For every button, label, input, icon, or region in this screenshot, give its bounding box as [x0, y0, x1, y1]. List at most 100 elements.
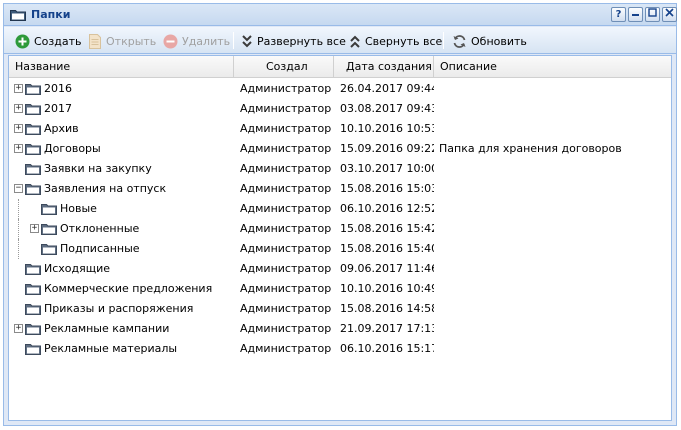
cell-date: 26.04.2017 09:44: [340, 82, 434, 95]
cell-date: 10.10.2016 10:53: [340, 122, 434, 135]
cell-description: [439, 79, 669, 99]
cell-description: [439, 239, 669, 259]
window-title: Папки: [31, 8, 71, 21]
close-button[interactable]: [662, 7, 677, 22]
cell-name: Рекламные кампании: [44, 322, 170, 335]
toolbar: Создать Открыть Удалить Развернуть все С…: [4, 27, 676, 54]
folder-icon: [25, 304, 41, 315]
expand-toggle[interactable]: +: [14, 144, 23, 153]
table-row[interactable]: Рекламные материалы Администратор 06.10.20…: [9, 339, 671, 359]
table-row[interactable]: + Рекламные кампании Администратор 21.09.20…: [9, 319, 671, 339]
cell-author: Администратор: [240, 282, 332, 295]
create-label: Создать: [34, 34, 82, 48]
cell-name: 2017: [44, 102, 72, 115]
cell-date: 15.08.2016 14:58: [340, 302, 434, 315]
collapse-all-button[interactable]: Свернуть все: [349, 32, 442, 50]
cell-author: Администратор: [240, 102, 332, 115]
cell-name: Заявления на отпуск: [44, 182, 167, 195]
table-row[interactable]: Подписанные Администратор 15.08.2016 15:40: [9, 239, 671, 259]
folder-icon: [25, 164, 41, 175]
table-row[interactable]: Заявки на закупку Администратор 03.10.2017…: [9, 159, 671, 179]
refresh-button[interactable]: Обновить: [452, 32, 527, 50]
folders-window: Папки ? Создать Открыть Удалить Разверну…: [3, 3, 677, 426]
close-icon: [665, 8, 674, 17]
expand-toggle[interactable]: +: [14, 124, 23, 133]
cell-author: Администратор: [240, 122, 332, 135]
expand-all-label: Развернуть все: [257, 34, 346, 48]
cell-description: [439, 299, 669, 319]
table-row[interactable]: + Архив Администратор 10.10.2016 10:53: [9, 119, 671, 139]
folder-icon: [10, 10, 26, 21]
cell-author: Администратор: [240, 322, 332, 335]
tree-guide-line: [18, 219, 19, 239]
table-row[interactable]: +2017 Администратор 03.08.2017 09:43: [9, 99, 671, 119]
cell-name: Новые: [60, 202, 97, 215]
cell-date: 15.08.2016 15:03: [340, 182, 434, 195]
cell-description: [439, 259, 669, 279]
folder-icon: [25, 284, 41, 295]
minus-circle-icon: [163, 34, 178, 48]
table-row[interactable]: +2016 Администратор 26.04.2017 09:44: [9, 79, 671, 99]
expand-toggle[interactable]: +: [30, 224, 39, 233]
open-label: Открыть: [106, 34, 157, 48]
document-icon: [89, 33, 101, 49]
cell-description: [439, 199, 669, 219]
column-header-author[interactable]: Создал: [234, 56, 334, 78]
column-header-name[interactable]: Название: [9, 56, 234, 78]
cell-description: [439, 179, 669, 199]
grid-header: Название Создал Дата создания Описание: [9, 56, 671, 78]
create-button[interactable]: Создать: [15, 32, 82, 50]
refresh-label: Обновить: [471, 34, 527, 48]
expand-toggle[interactable]: +: [14, 104, 23, 113]
cell-date: 21.09.2017 17:13: [340, 322, 434, 335]
table-row[interactable]: Исходящие Администратор 09.06.2017 11:46: [9, 259, 671, 279]
folder-icon: [25, 264, 41, 275]
double-chevron-down-icon: [242, 34, 252, 47]
cell-author: Администратор: [240, 82, 332, 95]
help-button[interactable]: ?: [611, 7, 626, 22]
cell-name: Заявки на закупку: [44, 162, 152, 175]
table-row[interactable]: Новые Администратор 06.10.2016 12:52: [9, 199, 671, 219]
table-row[interactable]: Приказы и распоряжения Администратор 15.08…: [9, 299, 671, 319]
cell-date: 15.08.2016 15:40: [340, 242, 434, 255]
minimize-button[interactable]: [628, 7, 643, 22]
column-header-description[interactable]: Описание: [434, 56, 671, 78]
cell-description: [439, 219, 669, 239]
cell-author: Администратор: [240, 182, 332, 195]
cell-date: 15.08.2016 15:42: [340, 222, 434, 235]
table-row[interactable]: − Заявления на отпуск Администратор 15.08.2…: [9, 179, 671, 199]
collapse-toggle[interactable]: −: [14, 184, 23, 193]
maximize-button[interactable]: [645, 7, 660, 22]
folder-icon: [25, 324, 41, 335]
double-chevron-up-icon: [350, 35, 360, 48]
minimize-icon: [632, 14, 639, 16]
cell-name: Договоры: [44, 142, 101, 155]
folder-icon: [25, 344, 41, 355]
table-row[interactable]: + Отклоненные Администратор 15.08.2016 15:4…: [9, 219, 671, 239]
folder-icon: [25, 124, 41, 135]
cell-author: Администратор: [240, 142, 332, 155]
cell-description: [439, 159, 669, 179]
delete-button[interactable]: Удалить: [163, 32, 230, 50]
folder-icon: [41, 244, 57, 255]
cell-name: 2016: [44, 82, 72, 95]
expand-toggle[interactable]: +: [14, 84, 23, 93]
refresh-icon: [453, 34, 466, 48]
expand-all-button[interactable]: Развернуть все: [241, 32, 346, 50]
tree-guide-line: [18, 199, 19, 219]
toolbar-separator: [233, 32, 234, 49]
window-titlebar[interactable]: Папки ?: [4, 4, 677, 26]
table-row[interactable]: Коммерческие предложения Администратор 10.…: [9, 279, 671, 299]
cell-name: Исходящие: [44, 262, 111, 275]
folder-icon: [41, 224, 57, 235]
column-header-date[interactable]: Дата создания: [334, 56, 434, 78]
cell-description: [439, 119, 669, 139]
cell-author: Администратор: [240, 342, 332, 355]
cell-author: Администратор: [240, 302, 332, 315]
cell-author: Администратор: [240, 222, 332, 235]
table-row[interactable]: + Договоры Администратор 15.09.2016 09:22 Па…: [9, 139, 671, 159]
open-button[interactable]: Открыть: [88, 32, 156, 50]
cell-description: [439, 319, 669, 339]
cell-name: Архив: [44, 122, 79, 135]
expand-toggle[interactable]: +: [14, 324, 23, 333]
